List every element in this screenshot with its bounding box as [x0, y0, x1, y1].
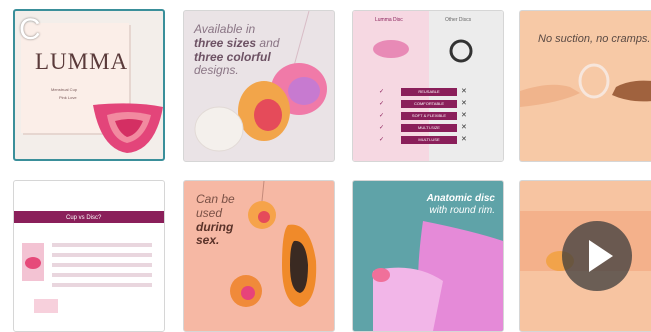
cross-icon: ✕	[461, 112, 467, 119]
feature-list: ✓ REUSABLE ✕ ✓ COMFORTABLE ✕ ✓ SOFT & FL…	[379, 87, 479, 147]
overlay-letter: C	[19, 13, 41, 46]
thumbnail-3[interactable]: Lumma Disc Other Discs ✓ REUSABLE ✕ ✓ CO…	[352, 10, 504, 162]
cross-icon: ✕	[461, 124, 467, 131]
play-icon[interactable]	[562, 221, 632, 291]
feature-row: ✓ MULTI-SIZE ✕	[379, 123, 479, 135]
papaya-cup-image	[230, 181, 317, 307]
comparison-table-image	[22, 243, 152, 313]
check-icon: ✓	[379, 101, 385, 107]
check-icon: ✓	[379, 113, 385, 119]
thumbnail-2[interactable]: Available in three sizes and three color…	[183, 10, 335, 162]
feature-label: MULTI-USE	[401, 136, 457, 144]
cross-icon: ✕	[461, 88, 467, 95]
thumbnail-1[interactable]: LUMMA Menstrual Cup Pink Love C	[13, 9, 165, 161]
check-icon: ✓	[379, 137, 385, 143]
feature-label: MULTI-SIZE	[401, 124, 457, 132]
feature-row: ✓ REUSABLE ✕	[379, 87, 479, 99]
feature-row: ✓ MULTI-USE ✕	[379, 135, 479, 147]
feature-label: COMFORTABLE	[401, 100, 457, 108]
cross-icon: ✕	[461, 136, 467, 143]
thumbnail-4[interactable]: No suction, no cramps.	[519, 10, 651, 162]
thumbnail-8-video[interactable]	[519, 180, 651, 332]
disc-comparison-image	[373, 39, 473, 63]
thumbnail-5[interactable]: Cup vs Disc?	[13, 180, 165, 332]
check-icon: ✓	[379, 89, 385, 95]
model-legs-image	[372, 221, 503, 331]
feature-label: REUSABLE	[401, 88, 457, 96]
check-icon: ✓	[379, 125, 385, 131]
feature-row: ✓ COMFORTABLE ✕	[379, 99, 479, 111]
thumbnail-7[interactable]: Anatomic disc with round rim.	[352, 180, 504, 332]
cups-image	[194, 11, 327, 152]
feature-row: ✓ SOFT & FLEXIBLE ✕	[379, 111, 479, 123]
feature-label: SOFT & FLEXIBLE	[401, 112, 457, 120]
thumbnail-6[interactable]: Can be used during sex.	[183, 180, 335, 332]
cross-icon: ✕	[461, 100, 467, 107]
hands-disc-image	[520, 63, 651, 107]
